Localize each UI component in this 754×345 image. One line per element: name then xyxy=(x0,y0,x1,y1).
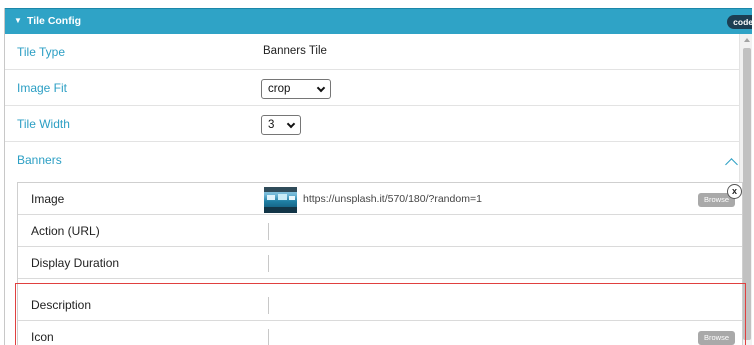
image-fit-row: Image Fit crop xyxy=(5,70,739,106)
tile-width-selected: 3 xyxy=(268,119,275,131)
chevron-down-icon xyxy=(286,119,296,129)
display-duration-input[interactable] xyxy=(268,255,269,272)
tile-width-row: Tile Width 3 xyxy=(5,106,739,142)
icon-label: Icon xyxy=(31,330,54,344)
image-label: Image xyxy=(31,192,65,206)
description-input[interactable] xyxy=(268,297,269,314)
description-label: Description xyxy=(31,298,92,312)
action-url-input[interactable] xyxy=(268,223,269,240)
icon-input[interactable] xyxy=(268,329,269,345)
scroll-up-icon[interactable] xyxy=(744,38,750,42)
close-icon[interactable]: x xyxy=(727,184,742,199)
scrollbar-thumb[interactable] xyxy=(743,48,751,340)
banner-item-panel: Image https://unsplash.it/570/180/?rando… xyxy=(17,182,743,345)
banner-description-row: Description xyxy=(18,289,742,321)
chevron-down-icon xyxy=(316,83,326,93)
banner-icon-row: Icon Browse xyxy=(18,321,742,345)
code-button[interactable]: code xyxy=(727,15,752,29)
icon-browse-button[interactable]: Browse xyxy=(697,331,735,345)
caret-down-icon[interactable]: ▼ xyxy=(14,16,22,25)
tile-config-panel: ▼ Tile Config code Tile Type Banners Til… xyxy=(4,8,752,345)
tile-width-select[interactable]: 3 xyxy=(261,115,301,135)
banner-duration-row: Display Duration xyxy=(18,247,742,279)
action-url-label: Action (URL) xyxy=(31,224,100,238)
image-url[interactable]: https://unsplash.it/570/180/?random=1 xyxy=(303,193,482,205)
tile-width-label: Tile Width xyxy=(17,117,70,131)
banners-section-header[interactable]: Banners xyxy=(5,142,739,178)
banner-image-row: Image https://unsplash.it/570/180/?rando… xyxy=(18,183,742,215)
tile-type-value: Banners Tile xyxy=(263,45,327,57)
display-duration-label: Display Duration xyxy=(31,256,120,270)
banners-label: Banners xyxy=(17,153,62,167)
banner-image-thumbnail xyxy=(264,187,297,213)
tile-type-label: Tile Type xyxy=(17,45,66,59)
image-fit-label: Image Fit xyxy=(17,81,68,95)
tile-config-header[interactable]: ▼ Tile Config code xyxy=(5,8,752,34)
image-fit-select[interactable]: crop xyxy=(261,79,331,99)
panel-title: Tile Config xyxy=(27,15,82,27)
banner-action-row: Action (URL) xyxy=(18,215,742,247)
tile-type-row: Tile Type Banners Tile xyxy=(5,34,739,70)
image-fit-selected: crop xyxy=(268,83,291,95)
